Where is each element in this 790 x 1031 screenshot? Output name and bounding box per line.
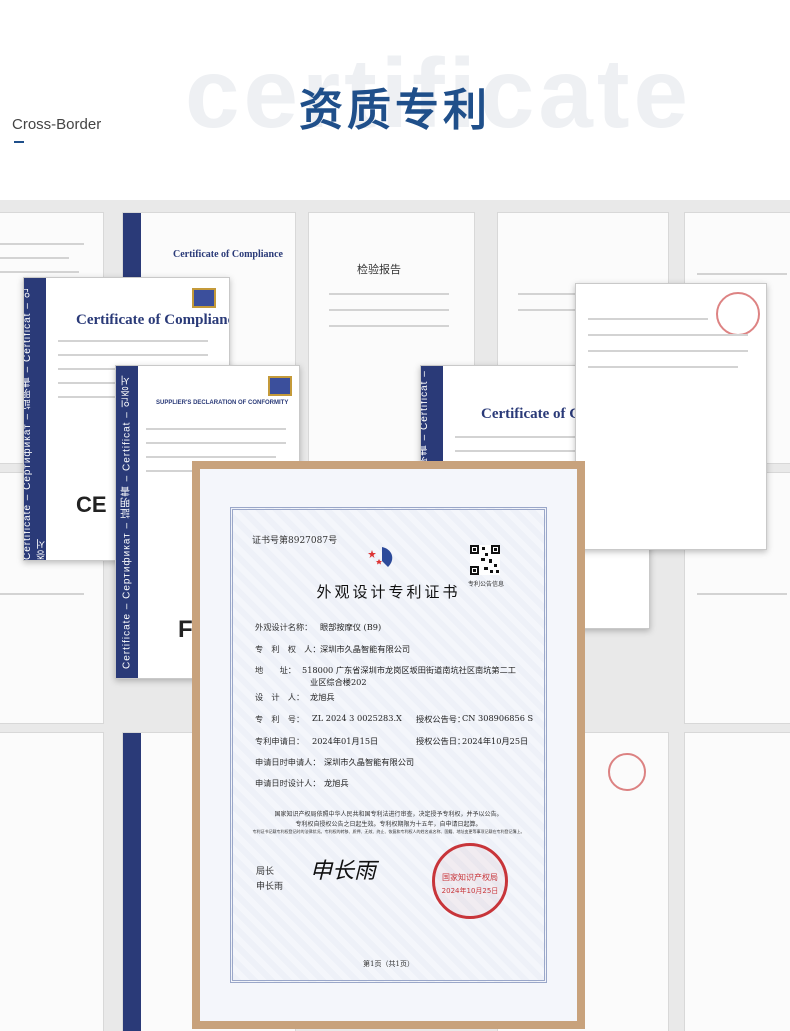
notice-line-1: 国家知识产权局依照中华人民共和国专利法进行审查，决定授予专利权，并予以公告。 xyxy=(274,811,503,818)
field-label-design-name: 外观设计名称： xyxy=(255,622,313,632)
field-value-applicant: 深圳市久晶智能有限公司 xyxy=(324,757,415,767)
seal-text: 国家知识产权局 xyxy=(442,873,498,882)
field-value-patent-number: ZL 2024 3 0025283.X xyxy=(312,713,402,723)
director-signature: 申长雨 xyxy=(310,859,377,884)
field-value-patentee: 深圳市久晶智能有限公司 xyxy=(320,644,411,654)
field-value-original-designer: 龙旭兵 xyxy=(324,778,349,788)
patent-certificate: 证书号第8927087号 专利公告信息 外观设计专利证书 外观设计名称： 眼部按… xyxy=(200,469,577,1021)
director-title: 局长 xyxy=(256,867,275,877)
hmt-logo-icon xyxy=(192,288,216,308)
field-value-grant-number: CN 308906856 S xyxy=(462,713,534,723)
field-label-grant-number: 授权公告号： xyxy=(416,714,466,724)
page-header: certificate 资质专利 Cross-Border xyxy=(0,0,790,200)
field-label-original-designer: 申请日时设计人： xyxy=(255,778,321,788)
field-value-designer: 龙旭兵 xyxy=(310,692,335,702)
field-value-address-cont: 业区综合楼202 xyxy=(310,677,367,687)
field-label-address: 地 址： xyxy=(255,665,296,675)
patent-title: 外观设计专利证书 xyxy=(316,583,461,601)
patent-office-logo-icon xyxy=(364,545,398,571)
fda-registration xyxy=(575,283,767,550)
field-value-grant-date: 2024年10月25日 xyxy=(462,736,529,746)
field-label-patent-number: 专 利 号： xyxy=(255,714,305,724)
field-label-patentee: 专 利 权 人： xyxy=(255,644,321,654)
field-value-design-name: 眼部按摩仪 (B9) xyxy=(320,622,382,632)
declaration-side-strip: Certificate – Сертификат – 証明書 – Certifi… xyxy=(116,366,138,678)
field-label-applicant: 申请日时申请人： xyxy=(255,757,321,767)
seal-date: 2024年10月25日 xyxy=(441,887,499,895)
field-value-address: 518000 广东省深圳市龙岗区坂田街道南坑社区南坑第二工 xyxy=(302,665,516,675)
notice-line-2: 专利权自授权公告之日起生效。专利权期限为十五年，自申请日起算。 xyxy=(295,821,482,828)
coc-title: Certificate of Compliance xyxy=(76,312,230,328)
field-label-grant-date: 授权公告日： xyxy=(416,736,466,746)
field-label-filing-date: 专利申请日： xyxy=(255,736,305,746)
field-value-filing-date: 2024年01月15日 xyxy=(312,736,379,746)
qr-code-icon xyxy=(470,545,500,575)
cross-border-label: Cross-Border xyxy=(12,116,102,133)
certificate-side-strip: Certificate – Сертификат – 証明書 – Certifi… xyxy=(24,278,48,560)
bg-certificate-8 xyxy=(0,732,104,1031)
notice-line-3: 专利证书记载专利权登记时的法律状况。专利权的转移、质押、无效、终止、恢复和专利权… xyxy=(252,829,525,834)
patent-certificate-frame: 证书号第8927087号 专利公告信息 外观设计专利证书 外观设计名称： 眼部按… xyxy=(192,461,585,1029)
certificate-gallery: Certificate of Compliance 检验报告 Certifica… xyxy=(0,200,790,1031)
official-seal-icon: 国家知识产权局 2024年10月25日 xyxy=(432,843,508,919)
patent-cert-number: 证书号第8927087号 xyxy=(252,536,338,546)
ce-mark: CE xyxy=(76,492,107,517)
declaration-title: SUPPLIER'S DECLARATION OF CONFORMITY xyxy=(156,400,289,406)
page-title: 资质专利 xyxy=(299,85,491,136)
page-footer: 第1页（共1页） xyxy=(363,960,414,968)
bg-certificate-11 xyxy=(684,732,790,1031)
director-name: 申长雨 xyxy=(256,882,284,892)
stamp-icon xyxy=(716,292,760,336)
accent-underline xyxy=(14,141,24,143)
field-label-designer: 设 计 人： xyxy=(255,692,305,702)
hmt-logo-icon xyxy=(268,376,292,396)
